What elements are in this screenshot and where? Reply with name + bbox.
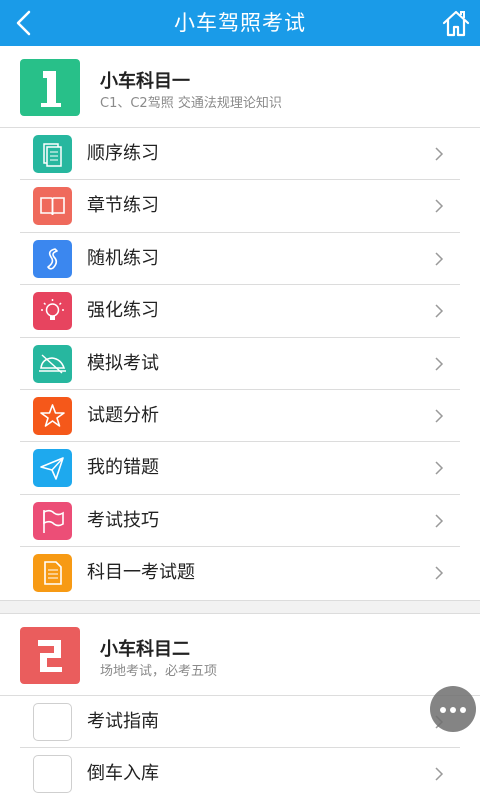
page-title: 小车驾照考试 [174, 11, 306, 35]
list-item-label: 章节练习 [87, 195, 159, 217]
chevron-right-icon [435, 514, 444, 528]
chevron-right-icon [435, 767, 444, 781]
subject-two-subtitle: 场地考试，必考五项 [100, 663, 218, 679]
shuffle-icon [33, 239, 72, 278]
subject-one-list: 顺序练习 章节练习 随机练习 强化练习 模拟考试 试题分析 我的错题 考试技巧 … [20, 128, 460, 600]
chevron-right-icon [435, 461, 444, 475]
list-item-label: 模拟考试 [87, 352, 159, 374]
chevron-right-icon [435, 409, 444, 423]
chevron-right-icon [435, 357, 444, 371]
list-item-label: 倒车入库 [87, 762, 159, 784]
list-item-mock-exam[interactable]: 模拟考试 [20, 338, 460, 390]
chevron-right-icon [435, 304, 444, 318]
list-item-label: 随机练习 [87, 247, 159, 269]
list-item-label: 考试指南 [87, 710, 159, 732]
list-item-reverse-parking[interactable]: 倒车入库 [20, 748, 460, 800]
hat-icon [33, 344, 72, 383]
list-item-label: 考试技巧 [87, 509, 159, 531]
list-item-chapter[interactable]: 章节练习 [20, 180, 460, 233]
list-item-label: 我的错题 [87, 457, 159, 479]
chevron-right-icon [435, 199, 444, 213]
list-item-label: 强化练习 [87, 300, 159, 322]
subject-two-section: 小车科目二 场地考试，必考五项 考试指南 倒车入库 [0, 613, 480, 800]
content-scroll[interactable]: 小车科目一 C1、C2驾照 交通法规理论知识 顺序练习 章节练习 随机练习 强化… [0, 46, 480, 800]
list-item-label: 科目一考试题 [87, 562, 195, 584]
list-item-exam-tips[interactable]: 考试技巧 [20, 495, 460, 548]
more-dots-icon[interactable] [430, 686, 476, 732]
chevron-right-icon [435, 566, 444, 580]
subject-two-header[interactable]: 小车科目二 场地考试，必考五项 [0, 614, 480, 696]
subject-one-section: 小车科目一 C1、C2驾照 交通法规理论知识 顺序练习 章节练习 随机练习 强化… [0, 46, 480, 600]
star-icon [33, 396, 72, 435]
subject-two-title: 小车科目二 [100, 638, 190, 660]
subject-one-header[interactable]: 小车科目一 C1、C2驾照 交通法规理论知识 [0, 46, 480, 128]
subject-two-list: 考试指南 倒车入库 [20, 696, 460, 800]
chevron-right-icon [435, 147, 444, 161]
number-two-icon [38, 639, 62, 672]
list-item-intensive[interactable]: 强化练习 [20, 285, 460, 338]
subject-one-badge [20, 59, 80, 116]
blank-icon [33, 754, 72, 793]
document-stack-icon [33, 135, 72, 173]
document-icon [33, 554, 72, 593]
subject-two-badge [20, 626, 80, 684]
list-item-random[interactable]: 随机练习 [20, 233, 460, 286]
open-book-icon [33, 187, 72, 226]
list-item-label: 试题分析 [87, 404, 159, 426]
list-item-sequential[interactable]: 顺序练习 [20, 128, 460, 181]
blank-icon [33, 702, 72, 741]
paper-plane-icon [33, 449, 72, 488]
light-bulb-icon [33, 292, 72, 331]
list-item-subject-one-questions[interactable]: 科目一考试题 [20, 547, 460, 599]
title-bar: 小车驾照考试 [0, 0, 480, 46]
chevron-right-icon [435, 252, 444, 266]
section-divider [0, 599, 480, 614]
flag-icon [33, 501, 72, 540]
list-item-analysis[interactable]: 试题分析 [20, 390, 460, 443]
list-item-wrong-questions[interactable]: 我的错题 [20, 442, 460, 495]
subject-one-title: 小车科目一 [100, 71, 190, 92]
list-item-label: 顺序练习 [87, 143, 159, 164]
number-one-icon [41, 71, 61, 107]
list-item-exam-guide[interactable]: 考试指南 [20, 696, 460, 748]
home-icon[interactable] [440, 7, 472, 39]
subject-one-subtitle: C1、C2驾照 交通法规理论知识 [100, 96, 282, 111]
